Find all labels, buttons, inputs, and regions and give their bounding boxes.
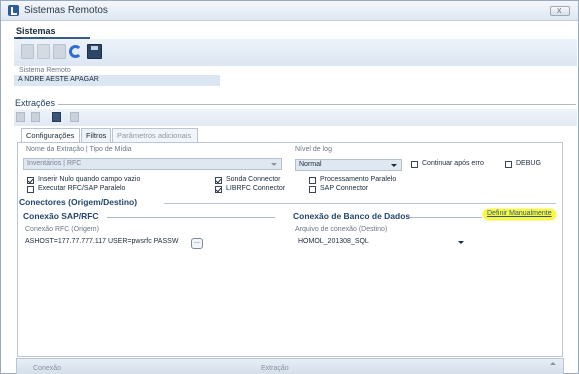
sap-divider: [107, 217, 275, 218]
save-extraction-icon[interactable]: [52, 112, 61, 122]
chevron-down-icon: [271, 163, 277, 166]
debug-checkbox[interactable]: [505, 161, 512, 168]
continuar-apos-erro-checkbox[interactable]: [411, 161, 418, 168]
conectores-title: Conectores (Origem/Destino): [19, 197, 138, 207]
collapse-icon[interactable]: [550, 362, 556, 365]
executar-rfc-paralelo-checkbox[interactable]: [27, 186, 34, 193]
definir-manualmente-label: Definir Manualmente: [487, 210, 552, 217]
conexao-banco-title: Conexão de Banco de Dados: [293, 211, 411, 221]
conexao-sap-title: Conexão SAP/RFC: [23, 211, 99, 221]
conectores-divider: [164, 203, 556, 204]
nivel-log-label: Nível de log: [295, 146, 332, 153]
processamento-paralelo-label: Processamento Paralelo: [320, 176, 397, 183]
main-window: Sistemas Remotos Sistemas Remotos Sistem…: [0, 0, 579, 374]
new-icon[interactable]: [21, 44, 34, 59]
processamento-paralelo-checkbox[interactable]: [309, 177, 316, 184]
sonda-connector-checkbox[interactable]: [215, 177, 222, 184]
window-title: Sistemas Remotos: [24, 5, 108, 16]
chevron-down-icon: [458, 241, 464, 244]
inserir-nulo-label: Inserir Nulo quando campo vazio: [38, 176, 141, 183]
ellipsis-icon: ...: [194, 238, 200, 245]
main-toolbar: [14, 39, 577, 66]
tab-filtros[interactable]: Filtros: [81, 128, 111, 142]
executar-rfc-paralelo-label: Executar RFC/SAP Paralelo: [38, 185, 126, 192]
arquivo-conexao-label: Arquivo de conexão (Destino): [295, 226, 388, 233]
banco-divider: [410, 217, 482, 218]
conexao-rfc-label: Conexão RFC (Origem): [25, 226, 99, 233]
extracoes-toolbar: [14, 109, 577, 126]
delete-extraction-icon[interactable]: [70, 112, 79, 122]
save-icon[interactable]: [87, 44, 102, 59]
conexao-rfc-field[interactable]: ASHOST=177.77.777.117 USER=pwsrfc PASSW: [23, 237, 189, 248]
arquivo-conexao-select[interactable]: HOMOL_201308_SQL: [295, 237, 468, 249]
document-tab[interactable]: Sistemas Remotos: [14, 24, 90, 46]
debug-label: DEBUG: [516, 160, 541, 167]
edit-icon[interactable]: [37, 44, 50, 59]
continuar-apos-erro-label: Continuar após erro: [422, 160, 484, 167]
configuracoes-panel: [17, 142, 563, 357]
chevron-down-icon: [391, 164, 397, 167]
sap-connector-checkbox[interactable]: [309, 186, 316, 193]
column-extracao[interactable]: Extração: [261, 365, 289, 372]
nome-extracao-label: Nome da Extração | Tipo de Mídia: [26, 146, 132, 153]
librfc-connector-label: LIBRFC Connector: [226, 185, 286, 192]
extracoes-divider: [58, 104, 576, 105]
librfc-connector-checkbox[interactable]: [215, 186, 222, 193]
conexao-rfc-value: ASHOST=177.77.777.117 USER=pwsrfc PASSW: [25, 238, 179, 245]
title-bar: Sistemas Remotos: [1, 1, 578, 21]
inserir-nulo-checkbox[interactable]: [27, 177, 34, 184]
refresh-icon[interactable]: [69, 45, 82, 58]
sistema-remoto-field[interactable]: A NDRE AESTE APAGAR: [14, 75, 220, 86]
add-extraction-icon[interactable]: [16, 112, 25, 122]
sonda-connector-label: Sonda Connector: [226, 176, 281, 183]
extracoes-title: Extrações: [15, 98, 56, 108]
sistema-remoto-value: A NDRE AESTE APAGAR: [18, 76, 99, 83]
arquivo-conexao-value: HOMOL_201308_SQL: [298, 238, 369, 245]
nivel-log-value: Normal: [299, 161, 322, 168]
app-icon: [8, 5, 19, 16]
browse-connection-button[interactable]: ...: [191, 238, 203, 249]
nome-extracao-value: Inventários | RFC: [27, 160, 82, 167]
tab-configuracoes[interactable]: Configurações: [21, 128, 80, 143]
column-conexao[interactable]: Conexão: [33, 365, 61, 372]
tab-parametros-adicionais: Parâmetros adicionais: [112, 128, 198, 142]
nivel-log-select[interactable]: Normal: [295, 159, 402, 171]
sap-connector-label: SAP Connector: [320, 185, 369, 192]
delete-icon[interactable]: [53, 44, 66, 59]
definir-manualmente-link[interactable]: Definir Manualmente: [483, 209, 556, 220]
extractions-grid-header: Conexão Extração: [16, 358, 564, 374]
edit-extraction-icon[interactable]: [31, 112, 40, 122]
close-button[interactable]: [550, 5, 570, 16]
nome-extracao-combo[interactable]: Inventários | RFC: [23, 158, 282, 170]
sistema-remoto-label: Sistema Remoto: [19, 67, 71, 74]
